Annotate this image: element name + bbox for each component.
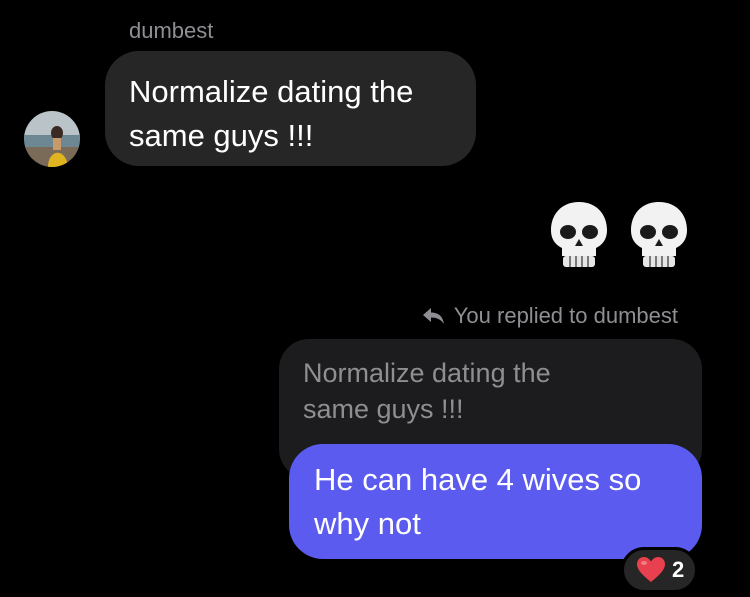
outgoing-message-line: why not [314,506,421,541]
reply-arrow-icon [422,306,446,326]
red-heart-icon [636,556,666,584]
outgoing-message-bubble[interactable]: He can have 4 wives so why not [289,444,702,559]
reaction-pill[interactable]: 2 [621,547,698,593]
sender-name: dumbest [129,18,214,43]
incoming-message-line: Normalize dating the [129,74,414,109]
quoted-message-line: Normalize dating the [303,358,551,388]
skull-emoji-1[interactable] [547,199,611,271]
replied-to-label: You replied to dumbest [422,303,678,329]
avatar[interactable] [24,111,80,167]
skull-emoji-2[interactable] [627,199,691,271]
outgoing-message-line: He can have 4 wives so [314,462,642,497]
quoted-message-line: same guys !!! [303,394,464,424]
reaction-count: 2 [672,557,685,582]
incoming-message-bubble[interactable]: Normalize dating the same guys !!! [105,51,476,166]
replied-to-text: You replied to dumbest [453,303,678,328]
incoming-message-line: same guys !!! [129,118,314,153]
